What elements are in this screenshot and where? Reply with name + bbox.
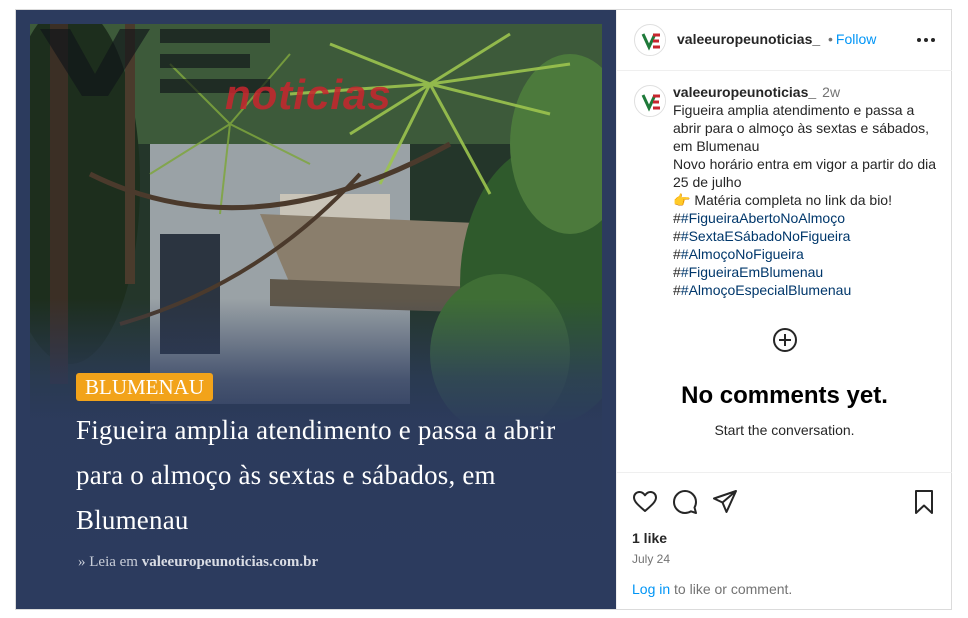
bookmark-icon[interactable] bbox=[911, 489, 937, 515]
comment-icon[interactable] bbox=[672, 489, 698, 515]
caption-username[interactable]: valeeuropeunoticias_ bbox=[673, 84, 816, 100]
share-icon[interactable] bbox=[712, 489, 738, 515]
post-header: valeeuropeunoticias_ • Follow bbox=[617, 10, 952, 71]
avatar[interactable] bbox=[634, 24, 666, 56]
hashtag-prefix: # bbox=[673, 264, 681, 280]
caption-line: 👉 Matéria completa no link da bio! bbox=[673, 192, 892, 208]
hashtag-prefix: # bbox=[673, 282, 681, 298]
follow-separator: • bbox=[828, 31, 833, 47]
read-more-site: valeeuropeunoticias.com.br bbox=[141, 554, 319, 570]
hashtag-prefix: # bbox=[673, 228, 681, 244]
likes-count[interactable]: 1 like bbox=[632, 530, 667, 546]
hashtag-link[interactable]: #FigueiraEmBlumenau bbox=[681, 264, 823, 280]
profile-logo-icon bbox=[636, 87, 665, 116]
follow-label: Follow bbox=[835, 31, 877, 47]
media-headline: Figueira amplia atendimento e passa a ab… bbox=[76, 415, 556, 535]
profile-logo-icon bbox=[636, 26, 665, 55]
login-link[interactable]: Log in bbox=[632, 581, 670, 597]
caption-avatar[interactable] bbox=[634, 85, 666, 117]
hashtag-prefix: # bbox=[673, 246, 681, 262]
instagram-post: noticias BLUMENAU Figueira amplia atendi… bbox=[15, 9, 952, 610]
follow-button[interactable]: • Follow bbox=[828, 31, 876, 47]
hashtag-link[interactable]: #FigueiraAbertoNoAlmoço bbox=[681, 210, 845, 226]
start-conversation-text: Start the conversation. bbox=[714, 422, 855, 438]
login-prompt: Log in to like or comment. bbox=[632, 581, 792, 597]
post-date[interactable]: July 24 bbox=[632, 552, 670, 566]
hashtag-link[interactable]: #SextaESábadoNoFigueira bbox=[681, 228, 851, 244]
category-badge: BLUMENAU bbox=[76, 373, 213, 401]
post-caption: valeeuropeunoticias_ 2w Figueira amplia a… bbox=[673, 83, 938, 299]
header-username[interactable]: valeeuropeunoticias_ bbox=[677, 31, 820, 47]
read-more-prefix: » Leia em bbox=[78, 554, 138, 570]
login-suffix: to like or comment. bbox=[670, 581, 793, 597]
more-horizontal-icon[interactable] bbox=[914, 30, 938, 50]
post-side-panel: valeeuropeunoticias_ • Follow valeeuropeu… bbox=[616, 10, 952, 609]
post-media[interactable]: noticias BLUMENAU Figueira amplia atendi… bbox=[16, 10, 616, 609]
heart-icon[interactable] bbox=[632, 489, 658, 515]
hashtag-prefix: # bbox=[673, 210, 681, 226]
hashtag-link[interactable]: #AlmoçoEspecialBlumenau bbox=[681, 282, 851, 298]
caption-line: Novo horário entra em vigor a partir do … bbox=[673, 156, 937, 190]
read-more-line: » Leia em valeeuropeunoticias.com.br bbox=[78, 554, 318, 571]
no-comments-title: No comments yet. bbox=[681, 382, 888, 409]
caption-age: 2w bbox=[822, 84, 841, 100]
caption-line: Figueira amplia atendimento e passa a ab… bbox=[673, 102, 930, 154]
hashtag-link[interactable]: #AlmoçoNoFigueira bbox=[681, 246, 804, 262]
add-comment-icon[interactable] bbox=[771, 326, 799, 354]
